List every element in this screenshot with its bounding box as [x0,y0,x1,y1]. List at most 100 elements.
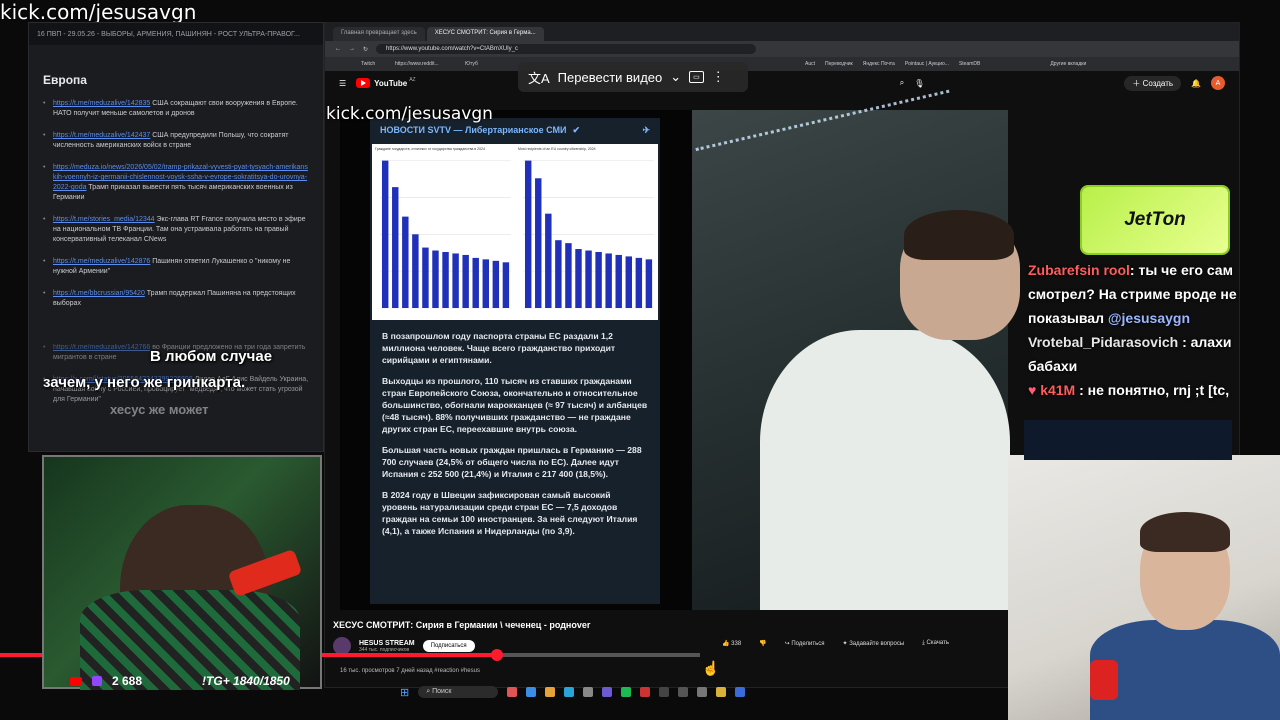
browser-tab-active[interactable]: ХЕСУС СМОТРИТ: Сирия в Герма... [426,27,544,41]
translate-label[interactable]: Перевести видео [558,70,663,85]
bookmark-item[interactable]: Переводчик [825,61,853,67]
bookmark-item[interactable]: Другие вкладки [1050,61,1086,67]
translate-overlay[interactable]: 文A Перевести видео ⌄ ▭ ⋮ [518,62,748,92]
bookmark-item[interactable]: Twitch [361,61,375,67]
create-button[interactable]: ＋ Создать [1124,75,1182,91]
bookmarks-bar: Twitch https://www.reddit... Ютуб Auct П… [325,57,1239,71]
video-watermark: kick.com/jesusavgn [326,104,493,124]
telegram-post: НОВОСТИ SVTV — Либертарианское СМИ ✔ ✈ Г… [370,118,660,604]
news-link[interactable]: https://t.me/meduzalive/142437 [53,132,150,139]
chart-bar [565,243,572,308]
chart-caption: Most recipients of an EU country citizen… [518,147,596,151]
menu-icon[interactable]: ☰ [339,79,346,88]
chart-bar [381,160,389,308]
translate-icon: 文A [528,70,550,86]
browser-tab[interactable]: Главная превращает здесь [333,27,425,41]
bookmark-item[interactable]: https://www.reddit... [395,61,439,67]
download-button[interactable]: ⤓ Скачать [922,640,949,647]
news-link[interactable]: https://t.me/meduzalive/142876 [53,258,150,265]
post-paragraph: В 2024 году в Швеции зафиксирован самый … [382,490,638,536]
news-link[interactable]: https://t.me/bbcrussian/95420 [53,290,145,297]
download-label: Скачать [926,640,950,646]
youtube-logo-icon[interactable] [356,78,371,88]
create-label: Создать [1142,78,1174,88]
news-item: https://t.me/meduzalive/142876 Пашинян о… [43,257,309,277]
share-button[interactable]: ↪ Поделиться [785,640,825,647]
chart-bar [535,178,542,308]
taskbar-app-icon[interactable] [583,687,594,697]
video-title: ХЕСУС СМОТРИТ: Сирия в Германии \ чечене… [333,620,591,630]
taskbar-app-icon[interactable] [659,687,670,697]
chart-right-svg [523,160,654,309]
taskbar-app-icon[interactable] [697,687,708,697]
news-item: https://t.me/bbcrussian/95420 Трамп подд… [43,289,309,309]
youtube-logo-text[interactable]: YouTube [374,79,407,88]
chart-bar [462,254,469,308]
youtube-icon [70,676,82,686]
post-paragraph: Выходцы из прошлого, 110 тысяч из ставши… [382,376,648,434]
taskbar-app-icon[interactable] [716,687,727,697]
chart-bar [645,259,653,308]
left-content: Европа https://t.me/meduzalive/142835 СШ… [29,45,323,425]
bookmark-item[interactable]: Ютуб [465,61,478,67]
like-button[interactable]: 👍 338 [722,640,741,647]
chart-bar [615,254,622,308]
country-code: AZ [409,77,416,83]
bookmark-item[interactable]: Яндекс Почта [863,61,895,67]
bell-icon[interactable]: 🔔 [1191,79,1201,88]
subscribe-button[interactable]: Подписаться [422,640,475,652]
news-text: Трамп приказал вывести пять тысяч америк… [53,184,293,201]
left-tab-title[interactable]: 16 ПВП - 29.05.26 - ВЫБОРЫ, АРМЕНИЯ, ПАШ… [37,31,300,38]
chevron-down-icon[interactable]: ⌄ [670,69,681,85]
mic-icon[interactable]: 🎙 [914,79,924,88]
chat-mention: @jesusaygn [1107,310,1191,326]
taskbar-app-icon[interactable] [621,687,632,697]
taskbar-app-icon[interactable] [602,687,613,697]
sponsor-label: JetTon [1124,209,1186,230]
bookmark-item[interactable]: Pointauc | Аукцио... [905,61,949,67]
forward-icon[interactable]: → [349,46,355,52]
news-link[interactable]: https://t.me/stories_media/12344 [53,216,155,223]
dislike-icon[interactable]: 👎 [759,640,766,647]
news-item: https://t.me/meduzalive/142835 США сокра… [43,99,309,119]
back-icon[interactable]: ← [335,46,341,52]
taskbar-search[interactable]: ⌕ Поиск [418,686,499,698]
chart-right: Most recipients of an EU country citizen… [515,144,658,320]
chat-username: k41M [1040,382,1076,398]
taskbar-app-icon[interactable] [545,687,556,697]
ask-label: Задавайте вопросы [849,641,905,647]
bookmark-item[interactable]: Auct [805,61,815,67]
taskbar-app-icon[interactable] [678,687,689,697]
tab-strip: Главная превращает здесь ХЕСУС СМОТРИТ: … [325,23,1239,41]
channel-name[interactable]: HESUS STREAM [359,640,415,647]
search-icon[interactable]: ⌕ [900,78,904,88]
chat-overlay: Zubarefsin rool: ты че его сам смотрел? … [1028,258,1278,402]
chart-bar [442,251,449,308]
account-avatar[interactable]: A [1211,76,1225,90]
taskbar-app-icon[interactable] [507,687,518,697]
more-icon[interactable]: ⋮ [712,69,725,85]
news-link[interactable]: https://t.me/meduzalive/142766 [53,344,150,351]
taskbar-app-icon[interactable] [526,687,537,697]
taskbar-app-icon[interactable] [564,687,575,697]
chat-text: : не понятно, rnj ;t [tc, [1075,382,1230,398]
guest-body [1090,620,1280,720]
ask-button[interactable]: ✦ Задавайте вопросы [842,640,904,647]
news-link[interactable]: https://t.me/meduzalive/142835 [53,100,150,107]
url-field[interactable]: https://www.youtube.com/watch?v=CtABmXUl… [376,44,757,54]
reload-icon[interactable]: ↻ [363,46,368,53]
subtitle-line-faint: хесус же может [110,402,209,417]
taskbar-app-icon[interactable] [735,687,746,697]
taskbar-app-icon[interactable] [640,687,651,697]
chart-bar [502,262,510,308]
bookmark-item[interactable]: SteamDB [959,61,980,67]
channel-info: HESUS STREAM 344 тыс. подписчиков [359,640,415,653]
telegram-icon: ✈ [642,124,650,135]
post-body: В позапрошлом году паспорта страны ЕС ра… [370,322,660,554]
progress-handle[interactable] [491,649,503,661]
chart-bar [555,240,562,308]
subtitles-icon[interactable]: ▭ [689,71,704,83]
windows-icon[interactable]: ⊞ [400,686,409,699]
chart-bar [524,160,532,308]
left-tab-bar: 16 ПВП - 29.05.26 - ВЫБОРЫ, АРМЕНИЯ, ПАШ… [29,23,323,45]
